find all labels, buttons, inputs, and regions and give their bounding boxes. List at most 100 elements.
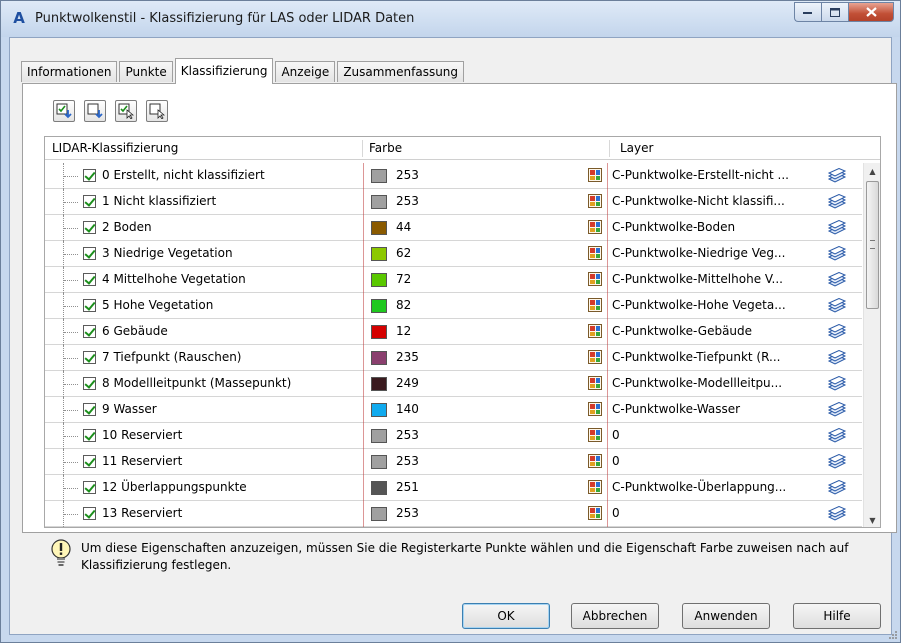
layer-stack-icon[interactable] <box>827 246 847 262</box>
layer-name[interactable]: C-Punktwolke-Mittelhohe V... <box>612 272 783 286</box>
class-checkbox[interactable] <box>83 325 96 338</box>
table-row[interactable]: 5 Hohe Vegetation 82 C-Punktwolke-Hohe Veg… <box>45 293 862 319</box>
color-value[interactable]: 251 <box>396 480 419 494</box>
class-checkbox[interactable] <box>83 273 96 286</box>
class-checkbox[interactable] <box>83 351 96 364</box>
table-row[interactable]: 12 Überlappungspunkte 251 C-Punktwolke-Übe… <box>45 475 862 501</box>
layer-stack-icon[interactable] <box>827 324 847 340</box>
header-color[interactable]: Farbe <box>369 141 402 155</box>
layer-stack-icon[interactable] <box>827 454 847 470</box>
resize-grip-icon[interactable] <box>888 630 898 640</box>
color-value[interactable]: 253 <box>396 454 419 468</box>
class-checkbox[interactable] <box>83 507 96 520</box>
layer-name[interactable]: C-Punktwolke-Erstellt-nicht ... <box>612 168 789 182</box>
color-palette-icon[interactable] <box>588 324 602 338</box>
color-value[interactable]: 44 <box>396 220 411 234</box>
color-palette-icon[interactable] <box>588 168 602 182</box>
color-swatch[interactable] <box>371 455 387 469</box>
color-palette-icon[interactable] <box>588 220 602 234</box>
color-palette-icon[interactable] <box>588 506 602 520</box>
table-row[interactable]: 3 Niedrige Vegetation 62 C-Punktwolke-Nied… <box>45 241 862 267</box>
color-value[interactable]: 253 <box>396 428 419 442</box>
layer-stack-icon[interactable] <box>827 168 847 184</box>
check-selected-button[interactable] <box>115 100 137 122</box>
layer-stack-icon[interactable] <box>827 376 847 392</box>
color-palette-icon[interactable] <box>588 428 602 442</box>
layer-name[interactable]: C-Punktwolke-Gebäude <box>612 324 752 338</box>
layer-name[interactable]: C-Punktwolke-Boden <box>612 220 735 234</box>
class-checkbox[interactable] <box>83 429 96 442</box>
color-swatch[interactable] <box>371 481 387 495</box>
uncheck-selected-button[interactable] <box>146 100 168 122</box>
color-swatch[interactable] <box>371 221 387 235</box>
check-all-button[interactable] <box>53 100 75 122</box>
color-value[interactable]: 249 <box>396 376 419 390</box>
tab-informationen[interactable]: Informationen <box>21 61 118 82</box>
header-divider[interactable] <box>362 140 363 157</box>
table-row[interactable]: 13 Reserviert 253 0 <box>45 501 862 527</box>
color-palette-icon[interactable] <box>588 246 602 260</box>
table-row[interactable]: 10 Reserviert 253 0 <box>45 423 862 449</box>
color-swatch[interactable] <box>371 507 387 521</box>
table-row[interactable]: 4 Mittelhohe Vegetation 72 C-Punktwolke-Mi… <box>45 267 862 293</box>
layer-stack-icon[interactable] <box>827 220 847 236</box>
color-swatch[interactable] <box>371 247 387 261</box>
layer-name[interactable]: C-Punktwolke-Tiefpunkt (R... <box>612 350 780 364</box>
color-swatch[interactable] <box>371 169 387 183</box>
ok-button[interactable]: OK <box>462 603 550 629</box>
table-row[interactable]: 11 Reserviert 253 0 <box>45 449 862 475</box>
color-value[interactable]: 140 <box>396 402 419 416</box>
color-swatch[interactable] <box>371 351 387 365</box>
vertical-scrollbar[interactable]: ▲ ▼ <box>863 163 880 527</box>
color-palette-icon[interactable] <box>588 194 602 208</box>
color-value[interactable]: 72 <box>396 272 411 286</box>
tab-punkte[interactable]: Punkte <box>119 61 173 82</box>
layer-stack-icon[interactable] <box>827 480 847 496</box>
layer-name[interactable]: C-Punktwolke-Wasser <box>612 402 740 416</box>
apply-button[interactable]: Anwenden <box>682 603 770 629</box>
uncheck-all-button[interactable] <box>84 100 106 122</box>
layer-name[interactable]: 0 <box>612 506 620 520</box>
tab-anzeige[interactable]: Anzeige <box>275 61 336 82</box>
header-classification[interactable]: LIDAR-Klassifizierung <box>52 141 178 155</box>
table-row[interactable]: 2 Boden 44 C-Punktwolke-Boden <box>45 215 862 241</box>
class-checkbox[interactable] <box>83 299 96 312</box>
color-value[interactable]: 253 <box>396 168 419 182</box>
color-swatch[interactable] <box>371 299 387 313</box>
scroll-down-icon[interactable]: ▼ <box>864 512 880 527</box>
color-palette-icon[interactable] <box>588 376 602 390</box>
layer-name[interactable]: 0 <box>612 428 620 442</box>
color-value[interactable]: 62 <box>396 246 411 260</box>
scroll-up-icon[interactable]: ▲ <box>864 163 880 180</box>
color-palette-icon[interactable] <box>588 298 602 312</box>
layer-stack-icon[interactable] <box>827 298 847 314</box>
layer-name[interactable]: C-Punktwolke-Überlappung... <box>612 480 786 494</box>
header-divider[interactable] <box>609 140 610 157</box>
table-row[interactable]: 7 Tiefpunkt (Rauschen) 235 C-Punktwolke-Ti… <box>45 345 862 371</box>
class-checkbox[interactable] <box>83 247 96 260</box>
table-row[interactable]: 1 Nicht klassifiziert 253 C-Punktwolke-Nic… <box>45 189 862 215</box>
layer-stack-icon[interactable] <box>827 428 847 444</box>
color-palette-icon[interactable] <box>588 454 602 468</box>
color-value[interactable]: 235 <box>396 350 419 364</box>
close-button[interactable] <box>848 2 894 22</box>
layer-stack-icon[interactable] <box>827 272 847 288</box>
color-value[interactable]: 253 <box>396 194 419 208</box>
help-button[interactable]: Hilfe <box>793 603 881 629</box>
color-palette-icon[interactable] <box>588 402 602 416</box>
layer-name[interactable]: C-Punktwolke-Nicht klassifi... <box>612 194 785 208</box>
color-swatch[interactable] <box>371 429 387 443</box>
layer-name[interactable]: 0 <box>612 454 620 468</box>
layer-name[interactable]: C-Punktwolke-Modellleitpu... <box>612 376 782 390</box>
color-swatch[interactable] <box>371 403 387 417</box>
table-row[interactable]: 0 Erstellt, nicht klassifiziert 253 C-Punk… <box>45 163 862 189</box>
color-swatch[interactable] <box>371 325 387 339</box>
table-row[interactable]: 6 Gebäude 12 C-Punktwolke-Gebäude <box>45 319 862 345</box>
color-value[interactable]: 82 <box>396 298 411 312</box>
layer-stack-icon[interactable] <box>827 402 847 418</box>
layer-name[interactable]: C-Punktwolke-Niedrige Veg... <box>612 246 785 260</box>
class-checkbox[interactable] <box>83 169 96 182</box>
layer-stack-icon[interactable] <box>827 350 847 366</box>
tab-zusammenfassung[interactable]: Zusammenfassung <box>337 61 465 82</box>
class-checkbox[interactable] <box>83 403 96 416</box>
